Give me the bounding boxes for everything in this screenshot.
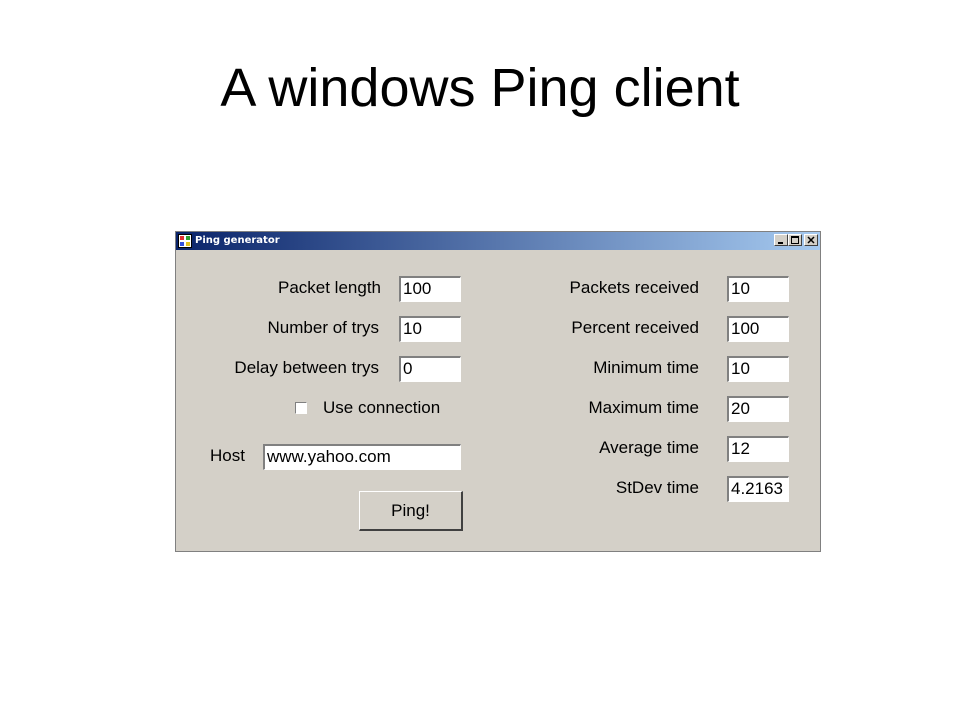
- average-time-label: Average time: [599, 438, 699, 457]
- packets-received-label: Packets received: [569, 278, 699, 297]
- host-label: Host: [210, 446, 245, 465]
- stdev-time-label: StDev time: [615, 478, 699, 497]
- use-connection-checkbox[interactable]: [295, 402, 307, 414]
- maximum-time-field[interactable]: 20: [727, 396, 789, 422]
- window-title: Ping generator: [195, 235, 280, 246]
- close-icon[interactable]: [804, 234, 818, 246]
- packet-length-label: Packet length: [277, 278, 381, 297]
- minimize-icon[interactable]: [774, 234, 788, 246]
- percent-received-field[interactable]: 100: [727, 316, 789, 342]
- minimum-time-field[interactable]: 10: [727, 356, 789, 382]
- percent-received-label: Percent received: [571, 318, 699, 337]
- number-of-trys-field[interactable]: 10: [399, 316, 461, 342]
- ping-generator-window: Ping generator Packet length 100 Number …: [175, 231, 821, 552]
- number-of-trys-label: Number of trys: [267, 318, 379, 337]
- maximum-time-label: Maximum time: [588, 398, 699, 417]
- delay-between-trys-label: Delay between trys: [234, 358, 379, 377]
- maximize-icon[interactable]: [788, 234, 802, 246]
- app-window-icon: [178, 234, 192, 248]
- window-controls: [774, 234, 818, 246]
- ping-button[interactable]: Ping!: [359, 491, 463, 531]
- host-field[interactable]: www.yahoo.com: [263, 444, 461, 470]
- use-connection-label: Use connection: [323, 398, 441, 417]
- slide-title: A windows Ping client: [220, 58, 740, 118]
- packet-length-field[interactable]: 100: [399, 276, 461, 302]
- minimum-time-label: Minimum time: [593, 358, 699, 377]
- packets-received-field[interactable]: 10: [727, 276, 789, 302]
- window-titlebar[interactable]: Ping generator: [176, 232, 820, 250]
- stdev-time-field[interactable]: 4.2163: [727, 476, 789, 502]
- delay-between-trys-field[interactable]: 0: [399, 356, 461, 382]
- average-time-field[interactable]: 12: [727, 436, 789, 462]
